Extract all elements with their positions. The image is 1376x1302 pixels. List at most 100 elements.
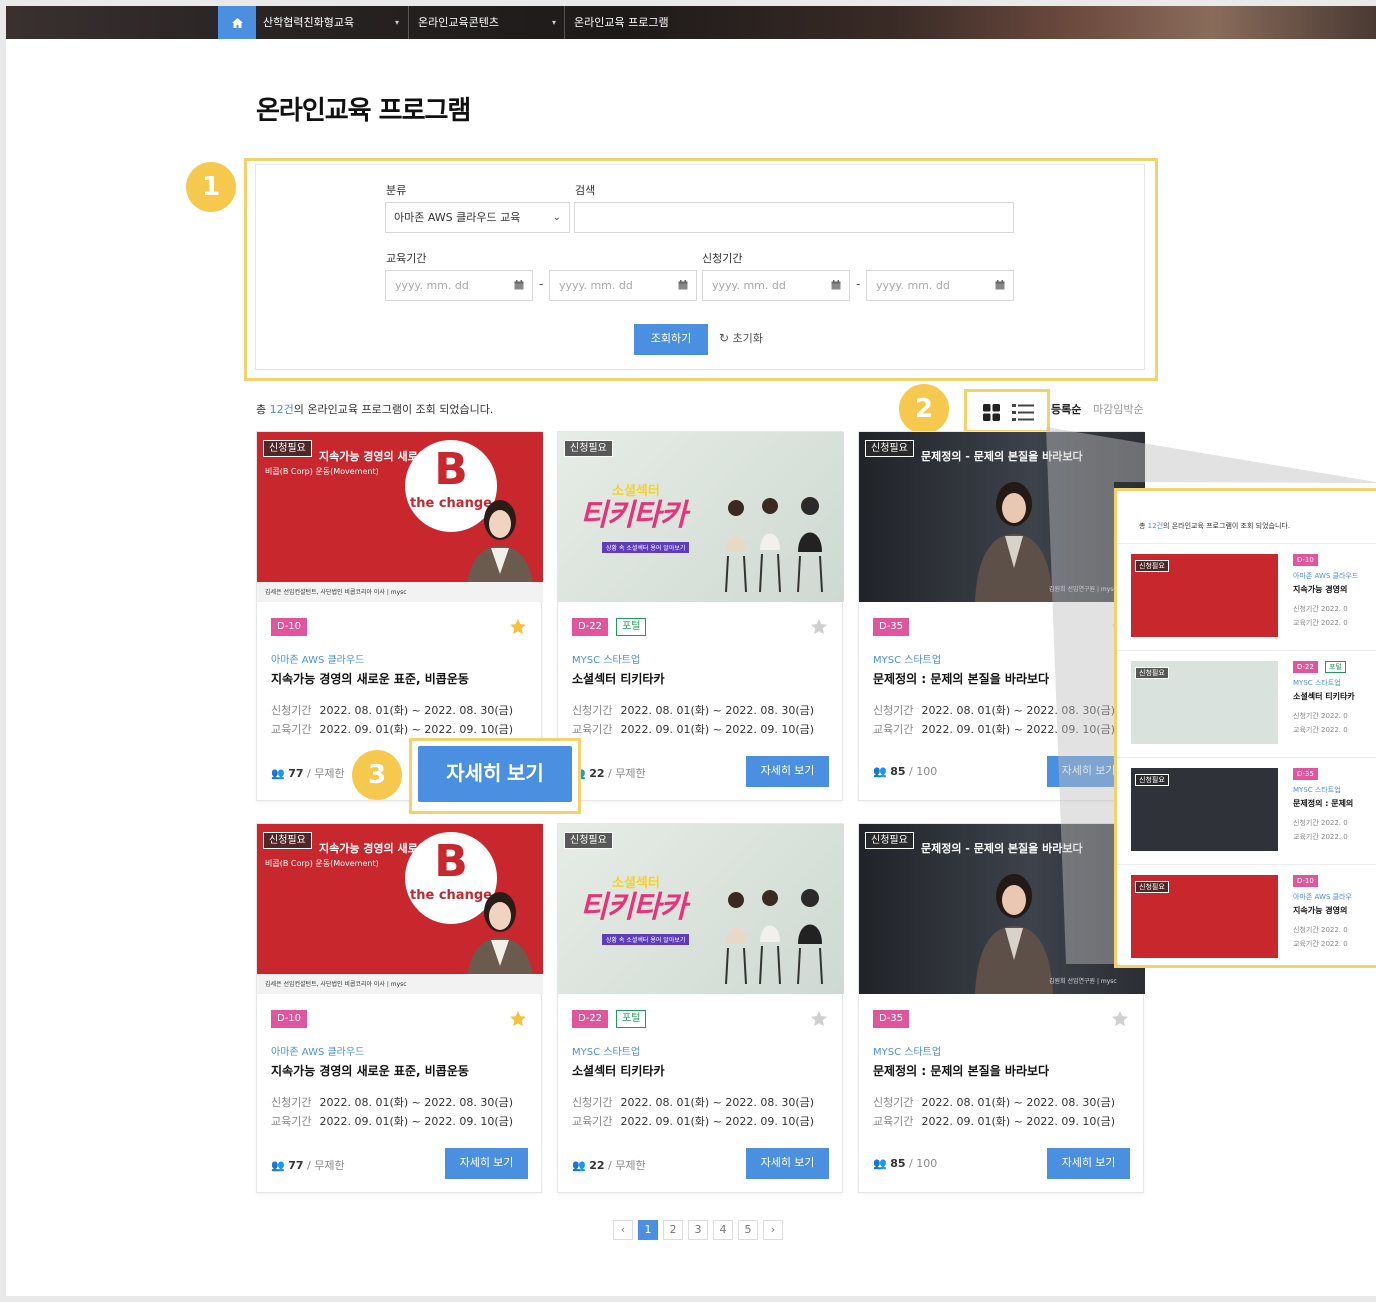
card-title[interactable]: 소셜섹터 티키타카 <box>572 670 665 687</box>
nav-item-3[interactable]: 온라인교육 프로그램 <box>574 6 714 39</box>
inset-thumbnail[interactable]: 신청필요 <box>1131 661 1278 744</box>
card-title[interactable]: 문제정의 : 문제의 본질을 바라보다 <box>873 1062 1049 1079</box>
apply-required-tag: 신청필요 <box>1135 774 1169 786</box>
inset-list-item[interactable]: 신청필요 D-22 포털 MYSC 스타트업 소셜섹터 티키타카 신청기간 20… <box>1117 650 1376 757</box>
apply-required-tag: 신청필요 <box>1135 667 1169 679</box>
panel-guests-image <box>725 497 823 593</box>
edu-period-row: 교육기간 2022. 09. 01(화) ~ 2022. 09. 10(금) <box>271 721 513 737</box>
dday-badge: D-10 <box>1293 554 1318 566</box>
thumbnail-title: 티키타카 <box>580 890 687 925</box>
home-icon <box>231 17 243 28</box>
star-icon[interactable] <box>509 618 527 636</box>
enrolled-number: 77 <box>288 1159 304 1172</box>
nav-item-2[interactable]: 온라인교육콘텐츠 ▾ <box>418 6 556 39</box>
sort-deadline[interactable]: 마감임박순 <box>1093 401 1144 417</box>
nav-divider <box>564 6 565 39</box>
inset-apply-period: 신청기간 2022. 0 <box>1293 819 1348 827</box>
search-input[interactable] <box>574 202 1014 233</box>
inset-title: 지속가능 경영의 <box>1293 585 1348 594</box>
pagination-next[interactable]: › <box>763 1220 783 1240</box>
program-card[interactable]: 신청필요 소셜섹터 티키타카 상황 속 소셜섹터 용어 알아보기 D-22 포털… <box>557 431 844 801</box>
edu-period-row: 교육기간 2022. 09. 01(화) ~ 2022. 09. 10(금) <box>873 721 1115 737</box>
search-button[interactable]: 조회하기 <box>634 324 708 355</box>
detail-button[interactable]: 자세히 보기 <box>1047 1148 1130 1179</box>
inset-list-item[interactable]: 신청필요 D-35 MYSC 스타트업 문제정의 : 문제의 신청기간 2022… <box>1117 757 1376 864</box>
star-icon[interactable] <box>810 1010 828 1028</box>
apply-period-key: 신청기간 <box>572 1096 613 1109</box>
program-card[interactable]: 신청필요 소셜섹터 티키타카 상황 속 소셜섹터 용어 알아보기 D-22 포털… <box>557 823 844 1193</box>
apply-period-value: 2022. 08. 01(화) ~ 2022. 08. 30(금) <box>620 704 815 717</box>
pagination-page[interactable]: 2 <box>663 1220 683 1240</box>
program-card[interactable]: 신청필요 지속가능 경영의 새로운 표준 비콥(B Corp) 운동(Movem… <box>256 823 543 1193</box>
reset-button[interactable]: ↻ 초기화 <box>719 330 763 346</box>
apply-required-tag: 신청필요 <box>1135 560 1169 572</box>
apply-start-date-input[interactable]: yyyy. mm. dd <box>702 270 850 301</box>
inset-thumbnail[interactable]: 신청필요 <box>1131 875 1278 958</box>
nav-item-1[interactable]: 산학협력친화형교육 ▾ <box>263 6 399 39</box>
card-thumbnail[interactable]: 신청필요 소셜섹터 티키타카 상황 속 소셜섹터 용어 알아보기 <box>558 432 844 602</box>
result-count: 12건 <box>269 403 294 416</box>
pagination-page[interactable]: 1 <box>638 1220 658 1240</box>
apply-period-row: 신청기간 2022. 08. 01(화) ~ 2022. 08. 30(금) <box>572 1094 814 1110</box>
inset-list-item[interactable]: 신청필요 D-10 아마존 AWS 클라우드 지속가능 경영의 신청기간 202… <box>1117 543 1376 650</box>
inset-title: 지속가능 경영의 <box>1293 906 1348 915</box>
dday-badge: D-10 <box>1293 875 1318 887</box>
enrolled-number: 22 <box>589 767 605 780</box>
thumbnail-subtitle: 상황 속 소셜섹터 용어 알아보기 <box>602 542 690 553</box>
inset-list-item[interactable]: 신청필요 D-10 아마존 AWS 클라우 지속가능 경영의 신청기간 2022… <box>1117 864 1376 965</box>
inset-category: 아마존 AWS 클라우드 <box>1293 572 1359 580</box>
category-select[interactable]: 아마존 AWS 클라우드 교육 ⌄ <box>385 202 570 233</box>
nav-item-3-label: 온라인교육 프로그램 <box>574 16 669 29</box>
program-card[interactable]: 신청필요 문제정의 - 문제의 본질을 바라보다 김원희 선임연구원 | mys… <box>858 431 1145 801</box>
detail-button[interactable]: 자세히 보기 <box>445 1148 528 1179</box>
thumbnail-subtitle: 상황 속 소셜섹터 용어 알아보기 <box>602 934 690 945</box>
edu-end-date-input[interactable]: yyyy. mm. dd <box>549 270 697 301</box>
enrollment-limit: / 무제한 <box>303 767 345 780</box>
card-title[interactable]: 지속가능 경영의 새로운 표준, 비콥운동 <box>271 1062 469 1079</box>
apply-period-key: 신청기간 <box>271 704 312 717</box>
inset-apply-period: 신청기간 2022. 0 <box>1293 712 1348 720</box>
star-icon[interactable] <box>810 618 828 636</box>
thumbnail-subtitle: 비콥(B Corp) 운동(Movement) <box>265 467 379 476</box>
search-label: 검색 <box>575 184 596 197</box>
thumbnail-footer: 김원희 선임연구원 | mysc <box>1049 978 1117 985</box>
sort-registered[interactable]: 등록순 <box>1051 401 1081 417</box>
card-thumbnail[interactable]: 신청필요 지속가능 경영의 새로운 표준 비콥(B Corp) 운동(Movem… <box>257 824 543 994</box>
apply-period-row: 신청기간 2022. 08. 01(화) ~ 2022. 08. 30(금) <box>873 1094 1115 1110</box>
edu-start-date-input[interactable]: yyyy. mm. dd <box>385 270 533 301</box>
grid-view-icon[interactable] <box>983 404 1000 421</box>
date-placeholder: yyyy. mm. dd <box>712 279 786 292</box>
inset-thumbnail[interactable]: 신청필요 <box>1131 554 1278 637</box>
detail-button-zoomed[interactable]: 자세히 보기 <box>418 746 572 802</box>
thumbnail-footer: 김세은 선임컨설턴트, 사단법인 비콥코리아 이사 | mysc <box>265 981 407 988</box>
pagination-page[interactable]: 5 <box>738 1220 758 1240</box>
apply-end-date-input[interactable]: yyyy. mm. dd <box>866 270 1014 301</box>
edu-period-value: 2022. 09. 01(화) ~ 2022. 09. 10(금) <box>921 1115 1116 1128</box>
pagination-page[interactable]: 4 <box>713 1220 733 1240</box>
card-thumbnail[interactable]: 신청필요 지속가능 경영의 새로운 표준 비콥(B Corp) 운동(Movem… <box>257 432 543 602</box>
detail-button[interactable]: 자세히 보기 <box>746 1148 829 1179</box>
card-thumbnail[interactable]: 신청필요 소셜섹터 티키타카 상황 속 소셜섹터 용어 알아보기 <box>558 824 844 994</box>
inset-edu-period: 교육기간 2022. 0 <box>1293 833 1348 841</box>
apply-required-tag: 신청필요 <box>564 832 613 849</box>
pagination-page[interactable]: 3 <box>688 1220 708 1240</box>
card-title[interactable]: 소셜섹터 티키타카 <box>572 1062 665 1079</box>
home-button[interactable] <box>218 6 256 39</box>
date-range-dash: - <box>856 277 861 291</box>
inset-thumbnail[interactable]: 신청필요 <box>1131 768 1278 851</box>
program-card[interactable]: 신청필요 문제정의 - 문제의 본질을 바라보다 김원희 선임연구원 | mys… <box>858 823 1145 1193</box>
card-thumbnail[interactable]: 신청필요 문제정의 - 문제의 본질을 바라보다 김원희 선임연구원 | mys… <box>859 432 1145 602</box>
list-view-icon[interactable] <box>1012 404 1034 421</box>
pagination-prev[interactable]: ‹ <box>613 1220 633 1240</box>
detail-button[interactable]: 자세히 보기 <box>746 756 829 787</box>
card-thumbnail[interactable]: 신청필요 문제정의 - 문제의 본질을 바라보다 김원희 선임연구원 | mys… <box>859 824 1145 994</box>
inset-edu-period: 교육기간 2022. 0 <box>1293 619 1348 627</box>
enrollment-limit: / 무제한 <box>604 1159 646 1172</box>
star-icon[interactable] <box>1111 1010 1129 1028</box>
star-icon[interactable] <box>509 1010 527 1028</box>
enrollment-count: 👥 77 / 무제한 <box>271 1157 345 1173</box>
apply-required-tag: 신청필요 <box>564 440 613 457</box>
card-title[interactable]: 지속가능 경영의 새로운 표준, 비콥운동 <box>271 670 469 687</box>
enrollment-count: 👥 85 / 100 <box>873 765 937 778</box>
card-title[interactable]: 문제정의 : 문제의 본질을 바라보다 <box>873 670 1049 687</box>
